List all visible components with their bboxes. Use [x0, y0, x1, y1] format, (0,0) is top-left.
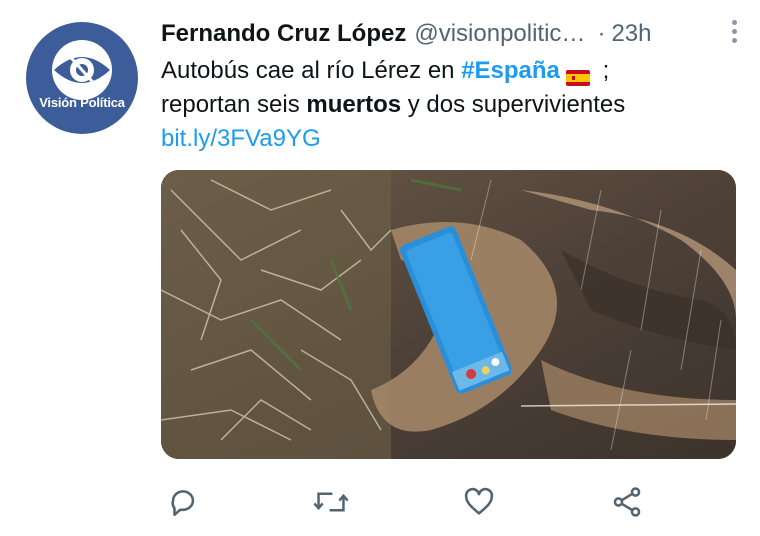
- tweet-header: Fernando Cruz López @visionpolitic… · 23…: [161, 16, 740, 52]
- aerial-river-photo: [161, 170, 736, 459]
- author-handle[interactable]: @visionpolitic…: [414, 20, 585, 48]
- spain-flag-icon: [565, 62, 590, 87]
- tweet-image[interactable]: [161, 170, 736, 459]
- tweet-text: Autobús cae al río Lérez en #España ; re…: [161, 54, 741, 156]
- reply-button[interactable]: [161, 480, 205, 524]
- avatar-label: Visión Política: [39, 95, 125, 110]
- share-button[interactable]: [605, 480, 649, 524]
- heart-icon: [464, 487, 494, 515]
- more-options-icon[interactable]: [730, 20, 738, 48]
- text-segment: ;: [595, 57, 610, 84]
- like-button[interactable]: [457, 480, 501, 524]
- avatar[interactable]: Visión Política: [26, 22, 138, 134]
- reply-icon: [171, 490, 195, 517]
- retweet-button[interactable]: [309, 480, 353, 524]
- hashtag-link[interactable]: #España: [461, 57, 560, 84]
- author-name[interactable]: Fernando Cruz López: [161, 20, 406, 48]
- bold-text: muertos: [306, 91, 402, 118]
- text-segment: Autobús cae al río Lérez en: [161, 57, 462, 84]
- action-bar: [161, 480, 721, 524]
- text-segment: reportan seis: [161, 91, 307, 118]
- separator: ·: [597, 20, 606, 47]
- eye-logo-icon: [52, 40, 112, 100]
- text-segment: y dos supervivientes: [401, 91, 626, 118]
- retweet-icon: [313, 492, 349, 512]
- share-icon: [613, 487, 641, 517]
- tweet-link[interactable]: bit.ly/3FVa9YG: [161, 122, 741, 156]
- tweet-time[interactable]: 23h: [611, 20, 651, 48]
